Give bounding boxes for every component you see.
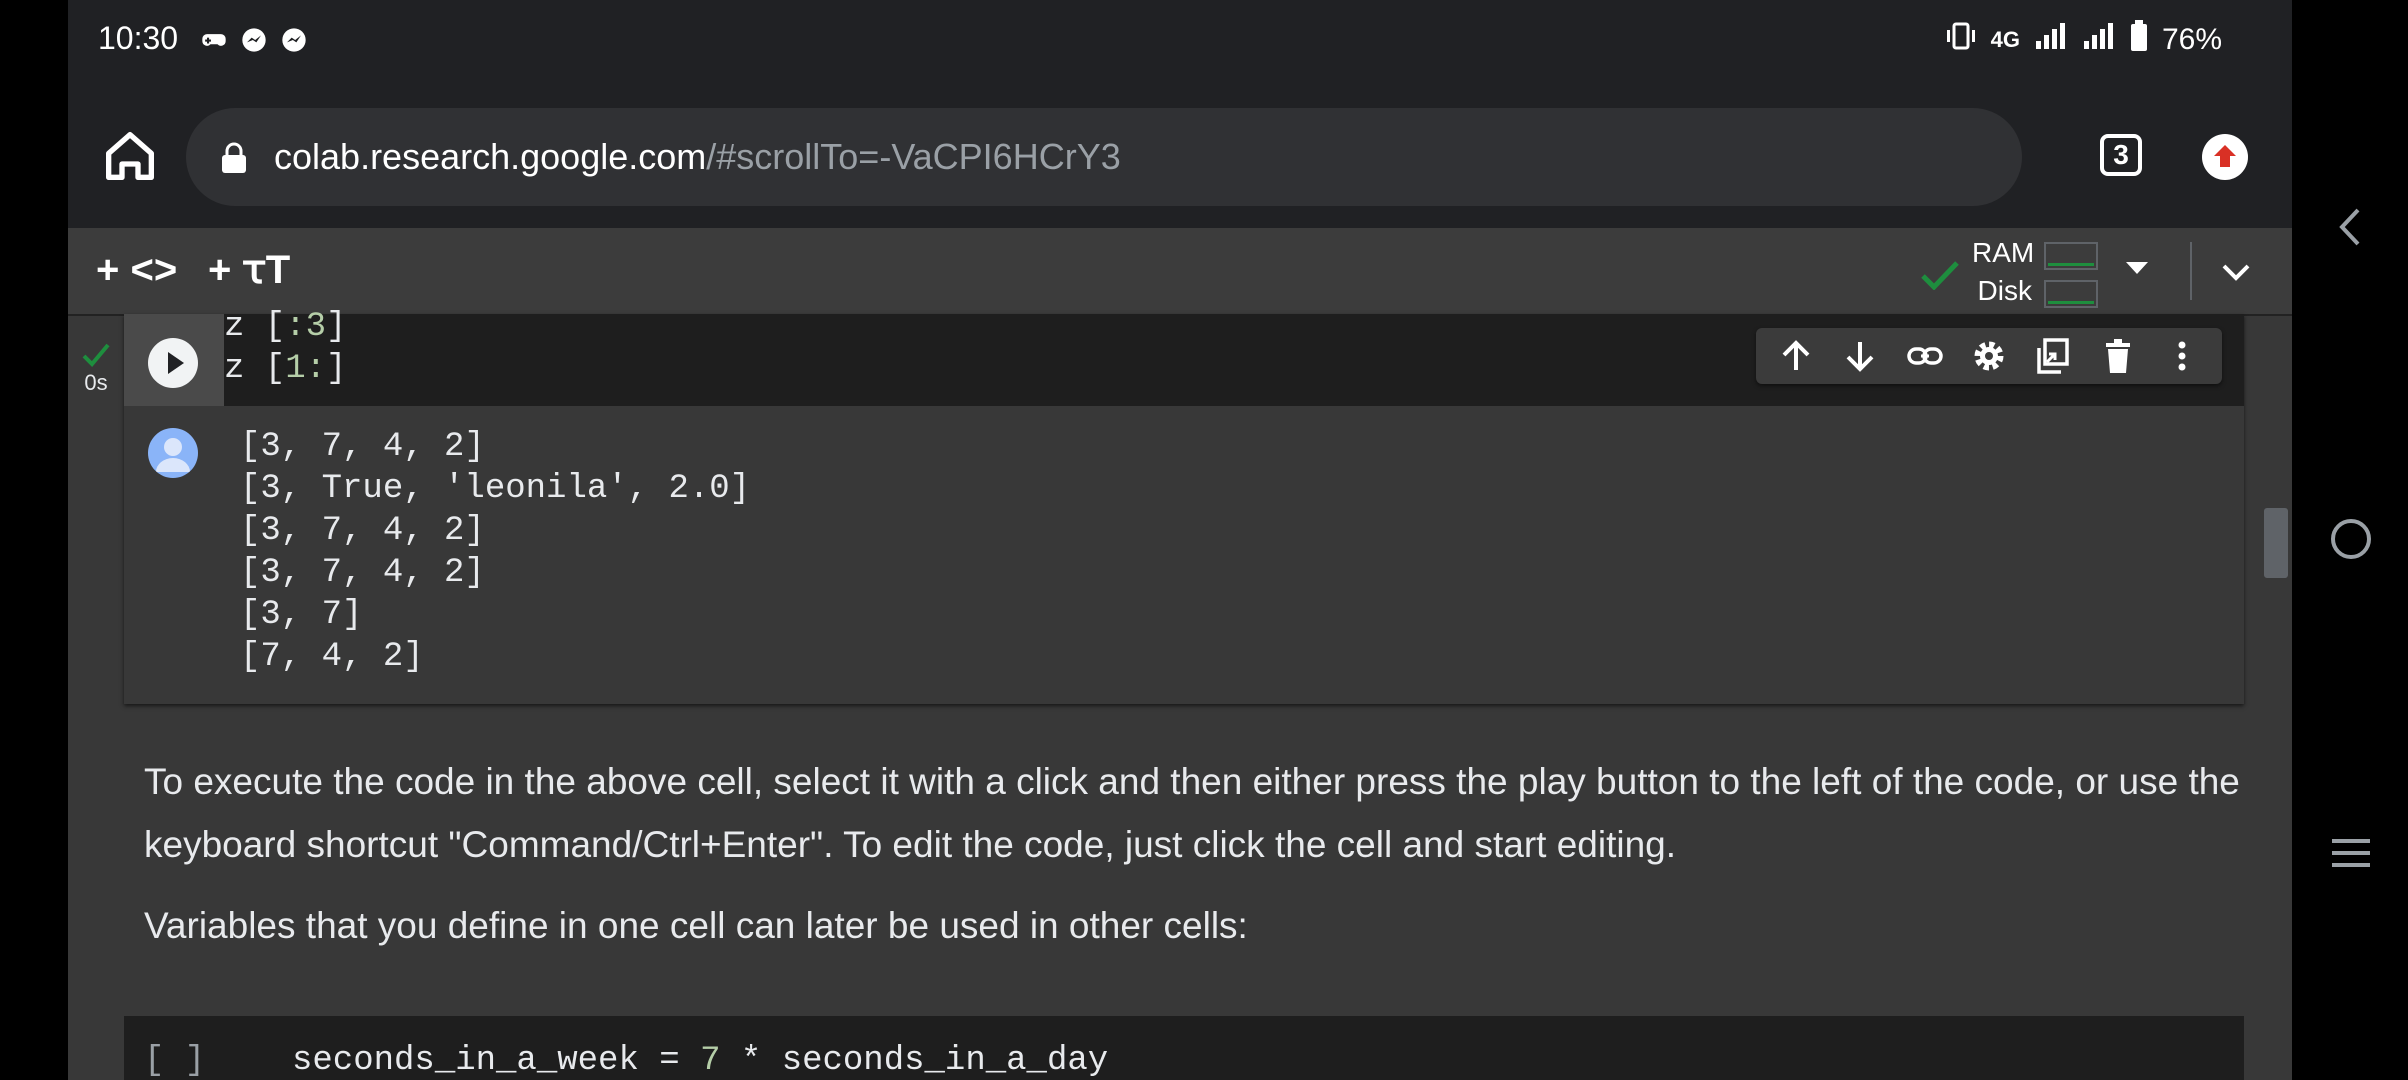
signal-icon bbox=[2082, 21, 2116, 59]
disk-meter bbox=[2044, 280, 2098, 308]
recent-apps-icon[interactable] bbox=[2328, 830, 2374, 876]
toolbar-divider bbox=[2190, 242, 2192, 300]
run-cell-button[interactable] bbox=[148, 338, 198, 388]
home-circle-icon[interactable] bbox=[2328, 516, 2374, 562]
output-line: [3, True, 'leonila', 2.0] bbox=[240, 470, 751, 508]
messenger-icon bbox=[280, 26, 308, 54]
home-icon[interactable] bbox=[98, 124, 162, 188]
browser-screen: 10:30 4G 76% colab.research.google.com/#… bbox=[68, 0, 2292, 1080]
code-line[interactable]: z [1:] bbox=[224, 350, 346, 388]
url-path: /#scrollTo=-VaCPI6HCrY3 bbox=[706, 136, 1121, 177]
text-paragraph: Variables that you define in one cell ca… bbox=[144, 905, 1248, 946]
cell-output: [3, 7, 4, 2] [3, True, 'leonila', 2.0] [… bbox=[124, 406, 2244, 704]
more-options-icon[interactable] bbox=[2162, 336, 2202, 376]
collapse-chevron-icon[interactable] bbox=[2216, 252, 2256, 292]
ram-label: RAM bbox=[1972, 237, 2035, 268]
link-icon[interactable] bbox=[1905, 336, 1945, 376]
disk-label: Disk bbox=[1977, 275, 2032, 306]
output-line: [7, 4, 2] bbox=[240, 638, 424, 676]
battery-icon bbox=[2130, 20, 2148, 60]
cell-execution-status: 0s bbox=[68, 342, 124, 396]
execution-time: 0s bbox=[84, 370, 108, 395]
move-down-icon[interactable] bbox=[1840, 336, 1880, 376]
run-cell-area bbox=[124, 314, 224, 406]
update-icon[interactable] bbox=[2202, 134, 2248, 180]
text-paragraph: To execute the code in the above cell, s… bbox=[144, 761, 2240, 865]
output-text: [3, 7, 4, 2] [3, True, 'leonila', 2.0] [… bbox=[240, 426, 750, 678]
code-cell[interactable]: [ ] seconds_in_a_week = 7 * seconds_in_a… bbox=[124, 1016, 2244, 1080]
resource-dropdown-icon[interactable] bbox=[2126, 262, 2148, 274]
output-line: [3, 7] bbox=[240, 596, 363, 634]
messenger-icon bbox=[240, 26, 268, 54]
mirror-cell-icon[interactable] bbox=[2033, 336, 2073, 376]
system-navigation-bar bbox=[2292, 0, 2408, 1080]
status-indicators: 4G 76% bbox=[1945, 20, 2222, 60]
colab-toolbar: + <> + ꚍT RAM Disk bbox=[68, 228, 2292, 316]
notification-icons bbox=[200, 26, 308, 54]
code-line[interactable]: z [:3] bbox=[224, 308, 346, 346]
tab-switcher-button[interactable]: 3 bbox=[2100, 134, 2142, 176]
browser-toolbar: colab.research.google.com/#scrollTo=-VaC… bbox=[68, 82, 2292, 228]
vibrate-icon bbox=[1945, 21, 1977, 59]
signal-icon bbox=[2034, 21, 2068, 59]
output-avatar[interactable] bbox=[148, 428, 198, 478]
url-text[interactable]: colab.research.google.com/#scrollTo=-VaC… bbox=[274, 136, 1121, 178]
ram-meter bbox=[2044, 242, 2098, 270]
add-code-button[interactable]: + <> bbox=[96, 246, 177, 294]
gear-icon[interactable] bbox=[1969, 336, 2009, 376]
scrollbar-thumb[interactable] bbox=[2264, 508, 2288, 578]
delete-icon[interactable] bbox=[2098, 336, 2138, 376]
status-bar: 10:30 4G 76% bbox=[68, 0, 2292, 82]
back-icon[interactable] bbox=[2328, 204, 2374, 250]
connected-check-icon bbox=[1920, 260, 1960, 291]
resource-labels: RAM Disk bbox=[1972, 234, 2035, 310]
output-line: [3, 7, 4, 2] bbox=[240, 428, 485, 466]
text-cell[interactable]: To execute the code in the above cell, s… bbox=[144, 750, 2244, 975]
execution-count[interactable]: [ ] bbox=[144, 1042, 205, 1080]
lock-icon[interactable] bbox=[220, 142, 248, 174]
url-host: colab.research.google.com bbox=[274, 136, 707, 177]
execution-check-icon bbox=[82, 343, 110, 367]
output-line: [3, 7, 4, 2] bbox=[240, 554, 485, 592]
status-time: 10:30 bbox=[98, 20, 179, 56]
code-line[interactable]: seconds_in_a_week = 7 * seconds_in_a_day bbox=[292, 1042, 1108, 1080]
move-up-icon[interactable] bbox=[1776, 336, 1816, 376]
cell-toolbar bbox=[1756, 328, 2222, 384]
add-text-button[interactable]: + ꚍT bbox=[208, 246, 290, 294]
game-controller-icon bbox=[200, 26, 228, 54]
network-type: 4G bbox=[1990, 27, 2020, 52]
code-cell[interactable]: 0s z [:3] z [1:] [3, 7, 4, 2] [3, True, … bbox=[82, 308, 2244, 704]
battery-level: 76% bbox=[2161, 23, 2222, 56]
output-line: [3, 7, 4, 2] bbox=[240, 512, 485, 550]
address-bar[interactable]: colab.research.google.com/#scrollTo=-VaC… bbox=[186, 108, 2022, 206]
